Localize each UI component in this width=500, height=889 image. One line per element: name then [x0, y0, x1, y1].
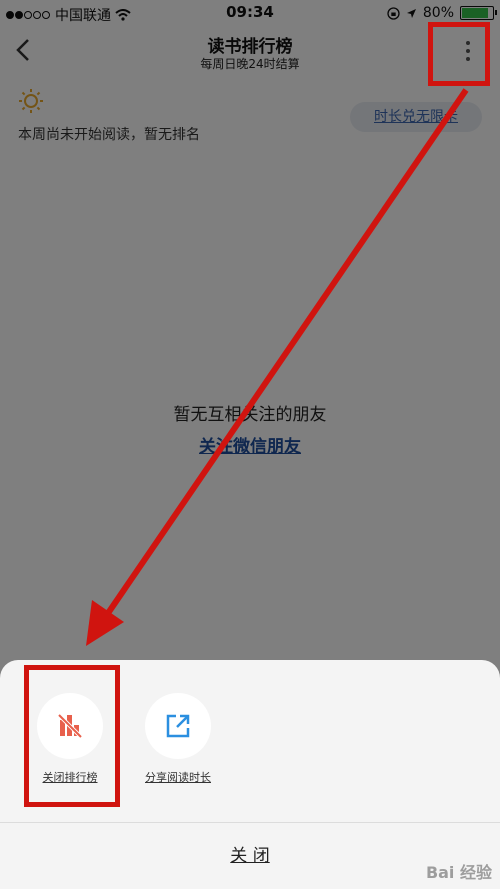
annotation-arrow: [86, 88, 469, 646]
watermark: Bai 经验: [425, 863, 492, 882]
